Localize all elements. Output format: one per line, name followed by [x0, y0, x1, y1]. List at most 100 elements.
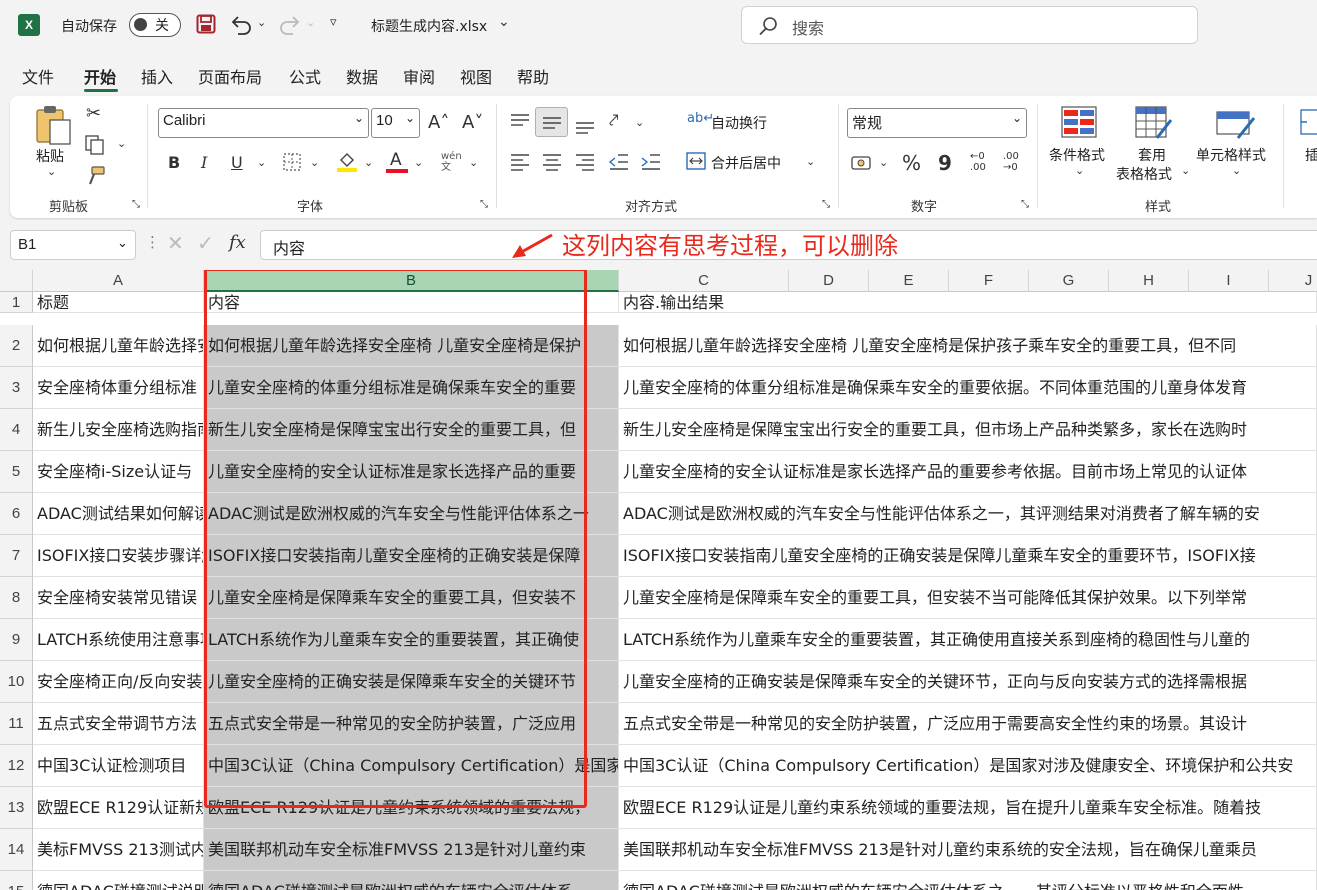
row-header[interactable]: 2: [0, 325, 33, 367]
cell-styles-dropdown-icon[interactable]: ⌄: [1232, 164, 1241, 177]
conditional-formatting-icon[interactable]: [1061, 106, 1097, 138]
formula-bar-options-icon[interactable]: ⋮: [145, 233, 160, 251]
select-all-corner[interactable]: [0, 270, 33, 292]
cell-a[interactable]: LATCH系统使用注意事项: [33, 619, 204, 661]
cell-b[interactable]: 美国联邦机动车安全标准FMVSS 213是针对儿童约束: [204, 829, 619, 871]
clipboard-launcher-icon[interactable]: ⤡: [132, 199, 140, 210]
borders-icon[interactable]: [282, 152, 302, 172]
cell-c[interactable]: 如何根据儿童年龄选择安全座椅 儿童安全座椅是保护孩子乘车安全的重要工具，但不同: [619, 325, 1317, 367]
orientation-icon[interactable]: ⤤: [609, 111, 619, 131]
format-painter-icon[interactable]: [84, 165, 106, 187]
cell-c[interactable]: 儿童安全座椅的体重分组标准是确保乘车安全的重要依据。不同体重范围的儿童身体发育: [619, 367, 1317, 409]
tab-insert[interactable]: 插入: [141, 64, 173, 88]
cell-c[interactable]: 欧盟ECE R129认证是儿童约束系统领域的重要法规，旨在提升儿童乘车安全标准。…: [619, 787, 1317, 829]
row-header[interactable]: 4: [0, 409, 33, 451]
shrink-font-icon[interactable]: A˅: [462, 112, 483, 133]
accounting-dropdown-icon[interactable]: ⌄: [879, 156, 888, 169]
cut-icon[interactable]: ✂: [86, 103, 101, 124]
cell-a[interactable]: 如何根据儿童年龄选择安全座椅: [33, 325, 204, 367]
cell-styles-button[interactable]: 单元格样式: [1196, 145, 1266, 165]
number-format-select[interactable]: 常规 ⌄: [847, 108, 1027, 138]
tab-page-layout[interactable]: 页面布局: [198, 64, 262, 88]
number-launcher-icon[interactable]: ⤡: [1021, 199, 1029, 210]
cell-a[interactable]: 五点式安全带调节方法: [33, 703, 204, 745]
cell-b[interactable]: 德国ADAC碰撞测试是欧洲权威的车辆安全评估体系: [204, 871, 619, 890]
column-header-h[interactable]: H: [1109, 270, 1189, 292]
tab-view[interactable]: 视图: [460, 64, 492, 88]
align-bottom-icon[interactable]: [574, 113, 596, 135]
alignment-launcher-icon[interactable]: ⤡: [822, 199, 830, 210]
undo-dropdown-icon[interactable]: ⌄: [257, 16, 266, 29]
copy-dropdown-icon[interactable]: ⌄: [117, 137, 126, 150]
cell-a[interactable]: 安全座椅i-Size认证与: [33, 451, 204, 493]
cell-a[interactable]: 欧盟ECE R129认证新规: [33, 787, 204, 829]
decrease-decimal-button[interactable]: .00 →0: [1003, 151, 1019, 173]
row-header[interactable]: 13: [0, 787, 33, 829]
comma-style-button[interactable]: 9: [938, 151, 952, 175]
borders-dropdown-icon[interactable]: ⌄: [310, 156, 319, 169]
orientation-dropdown-icon[interactable]: ⌄: [635, 116, 644, 129]
font-name-select[interactable]: Calibri ⌄: [158, 108, 369, 138]
increase-decimal-button[interactable]: ←0 .00: [970, 151, 986, 173]
insert-cells-icon[interactable]: [1297, 108, 1317, 138]
increase-indent-icon[interactable]: [640, 152, 662, 172]
cell-a[interactable]: 中国3C认证检测项目: [33, 745, 204, 787]
row-header[interactable]: 14: [0, 829, 33, 871]
column-header-e[interactable]: E: [869, 270, 949, 292]
row-header[interactable]: 7: [0, 535, 33, 577]
cell-c[interactable]: 儿童安全座椅的正确安装是保障乘车安全的关键环节，正向与反向安装方式的选择需根据: [619, 661, 1317, 703]
fill-color-icon[interactable]: [336, 150, 358, 174]
column-header-d[interactable]: D: [789, 270, 869, 292]
conditional-formatting-button[interactable]: 条件格式: [1049, 145, 1105, 165]
merge-center-button[interactable]: 合并后居中: [711, 153, 781, 173]
cell-a[interactable]: ISOFIX接口安装步骤详解: [33, 535, 204, 577]
table-format-dropdown-icon[interactable]: ⌄: [1181, 164, 1190, 177]
undo-icon[interactable]: [229, 13, 253, 35]
cell-c[interactable]: 德国ADAC碰撞测试是欧洲权威的车辆安全评估体系之一，其评分标准以严格性和全面性: [619, 871, 1317, 890]
filename-chevron-icon[interactable]: ⌄: [498, 14, 510, 30]
paste-label[interactable]: 粘贴: [36, 146, 64, 166]
wrap-text-button[interactable]: 自动换行: [711, 113, 767, 133]
cell-c[interactable]: 新生儿安全座椅是保障宝宝出行安全的重要工具，但市场上产品种类繁多，家长在选购时: [619, 409, 1317, 451]
format-as-table-label-1[interactable]: 套用: [1138, 145, 1166, 165]
merge-center-icon[interactable]: [686, 152, 706, 170]
underline-dropdown-icon[interactable]: ⌄: [257, 156, 266, 169]
align-middle-button[interactable]: [535, 107, 568, 137]
tab-formulas[interactable]: 公式: [289, 64, 321, 88]
conditional-dropdown-icon[interactable]: ⌄: [1075, 164, 1084, 177]
row-header[interactable]: 6: [0, 493, 33, 535]
cell-a[interactable]: 标题: [33, 292, 204, 313]
tab-data[interactable]: 数据: [346, 64, 378, 88]
underline-button[interactable]: U: [231, 153, 243, 172]
column-header-f[interactable]: F: [949, 270, 1029, 292]
phonetic-dropdown-icon[interactable]: ⌄: [469, 156, 478, 169]
cell-c[interactable]: LATCH系统作为儿童乘车安全的重要装置，其正确使用直接关系到座椅的稳固性与儿童…: [619, 619, 1317, 661]
align-right-icon[interactable]: [574, 152, 596, 172]
column-header-j[interactable]: J: [1269, 270, 1317, 292]
percent-button[interactable]: %: [902, 151, 921, 175]
cell-c[interactable]: 儿童安全座椅的安全认证标准是家长选择产品的重要参考依据。目前市场上常见的认证体: [619, 451, 1317, 493]
accounting-format-icon[interactable]: [851, 154, 873, 172]
cell-c[interactable]: 内容.输出结果: [619, 292, 1317, 313]
bold-button[interactable]: B: [168, 153, 180, 172]
cell-c[interactable]: ADAC测试是欧洲权威的汽车安全与性能评估体系之一，其评测结果对消费者了解车辆的…: [619, 493, 1317, 535]
format-as-table-icon[interactable]: [1135, 106, 1173, 140]
cell-a[interactable]: 安全座椅安装常见错误: [33, 577, 204, 619]
tab-file[interactable]: 文件: [22, 64, 54, 88]
font-color-dropdown-icon[interactable]: ⌄: [414, 156, 423, 169]
customize-toolbar-icon[interactable]: ▿: [330, 15, 337, 30]
cell-a[interactable]: ADAC测试结果如何解读: [33, 493, 204, 535]
fill-color-dropdown-icon[interactable]: ⌄: [364, 156, 373, 169]
cell-styles-icon[interactable]: [1216, 106, 1256, 140]
file-name[interactable]: 标题生成内容.xlsx: [371, 16, 487, 36]
row-header[interactable]: 3: [0, 367, 33, 409]
row-header[interactable]: 8: [0, 577, 33, 619]
row-header[interactable]: 5: [0, 451, 33, 493]
search-box[interactable]: 搜索: [741, 6, 1198, 44]
italic-button[interactable]: I: [201, 153, 207, 172]
align-center-icon[interactable]: [541, 152, 563, 172]
grow-font-icon[interactable]: A˄: [428, 112, 449, 133]
font-launcher-icon[interactable]: ⤡: [480, 199, 488, 210]
name-box[interactable]: B1 ⌄: [10, 230, 136, 260]
cell-c[interactable]: 美国联邦机动车安全标准FMVSS 213是针对儿童约束系统的安全法规，旨在确保儿…: [619, 829, 1317, 871]
